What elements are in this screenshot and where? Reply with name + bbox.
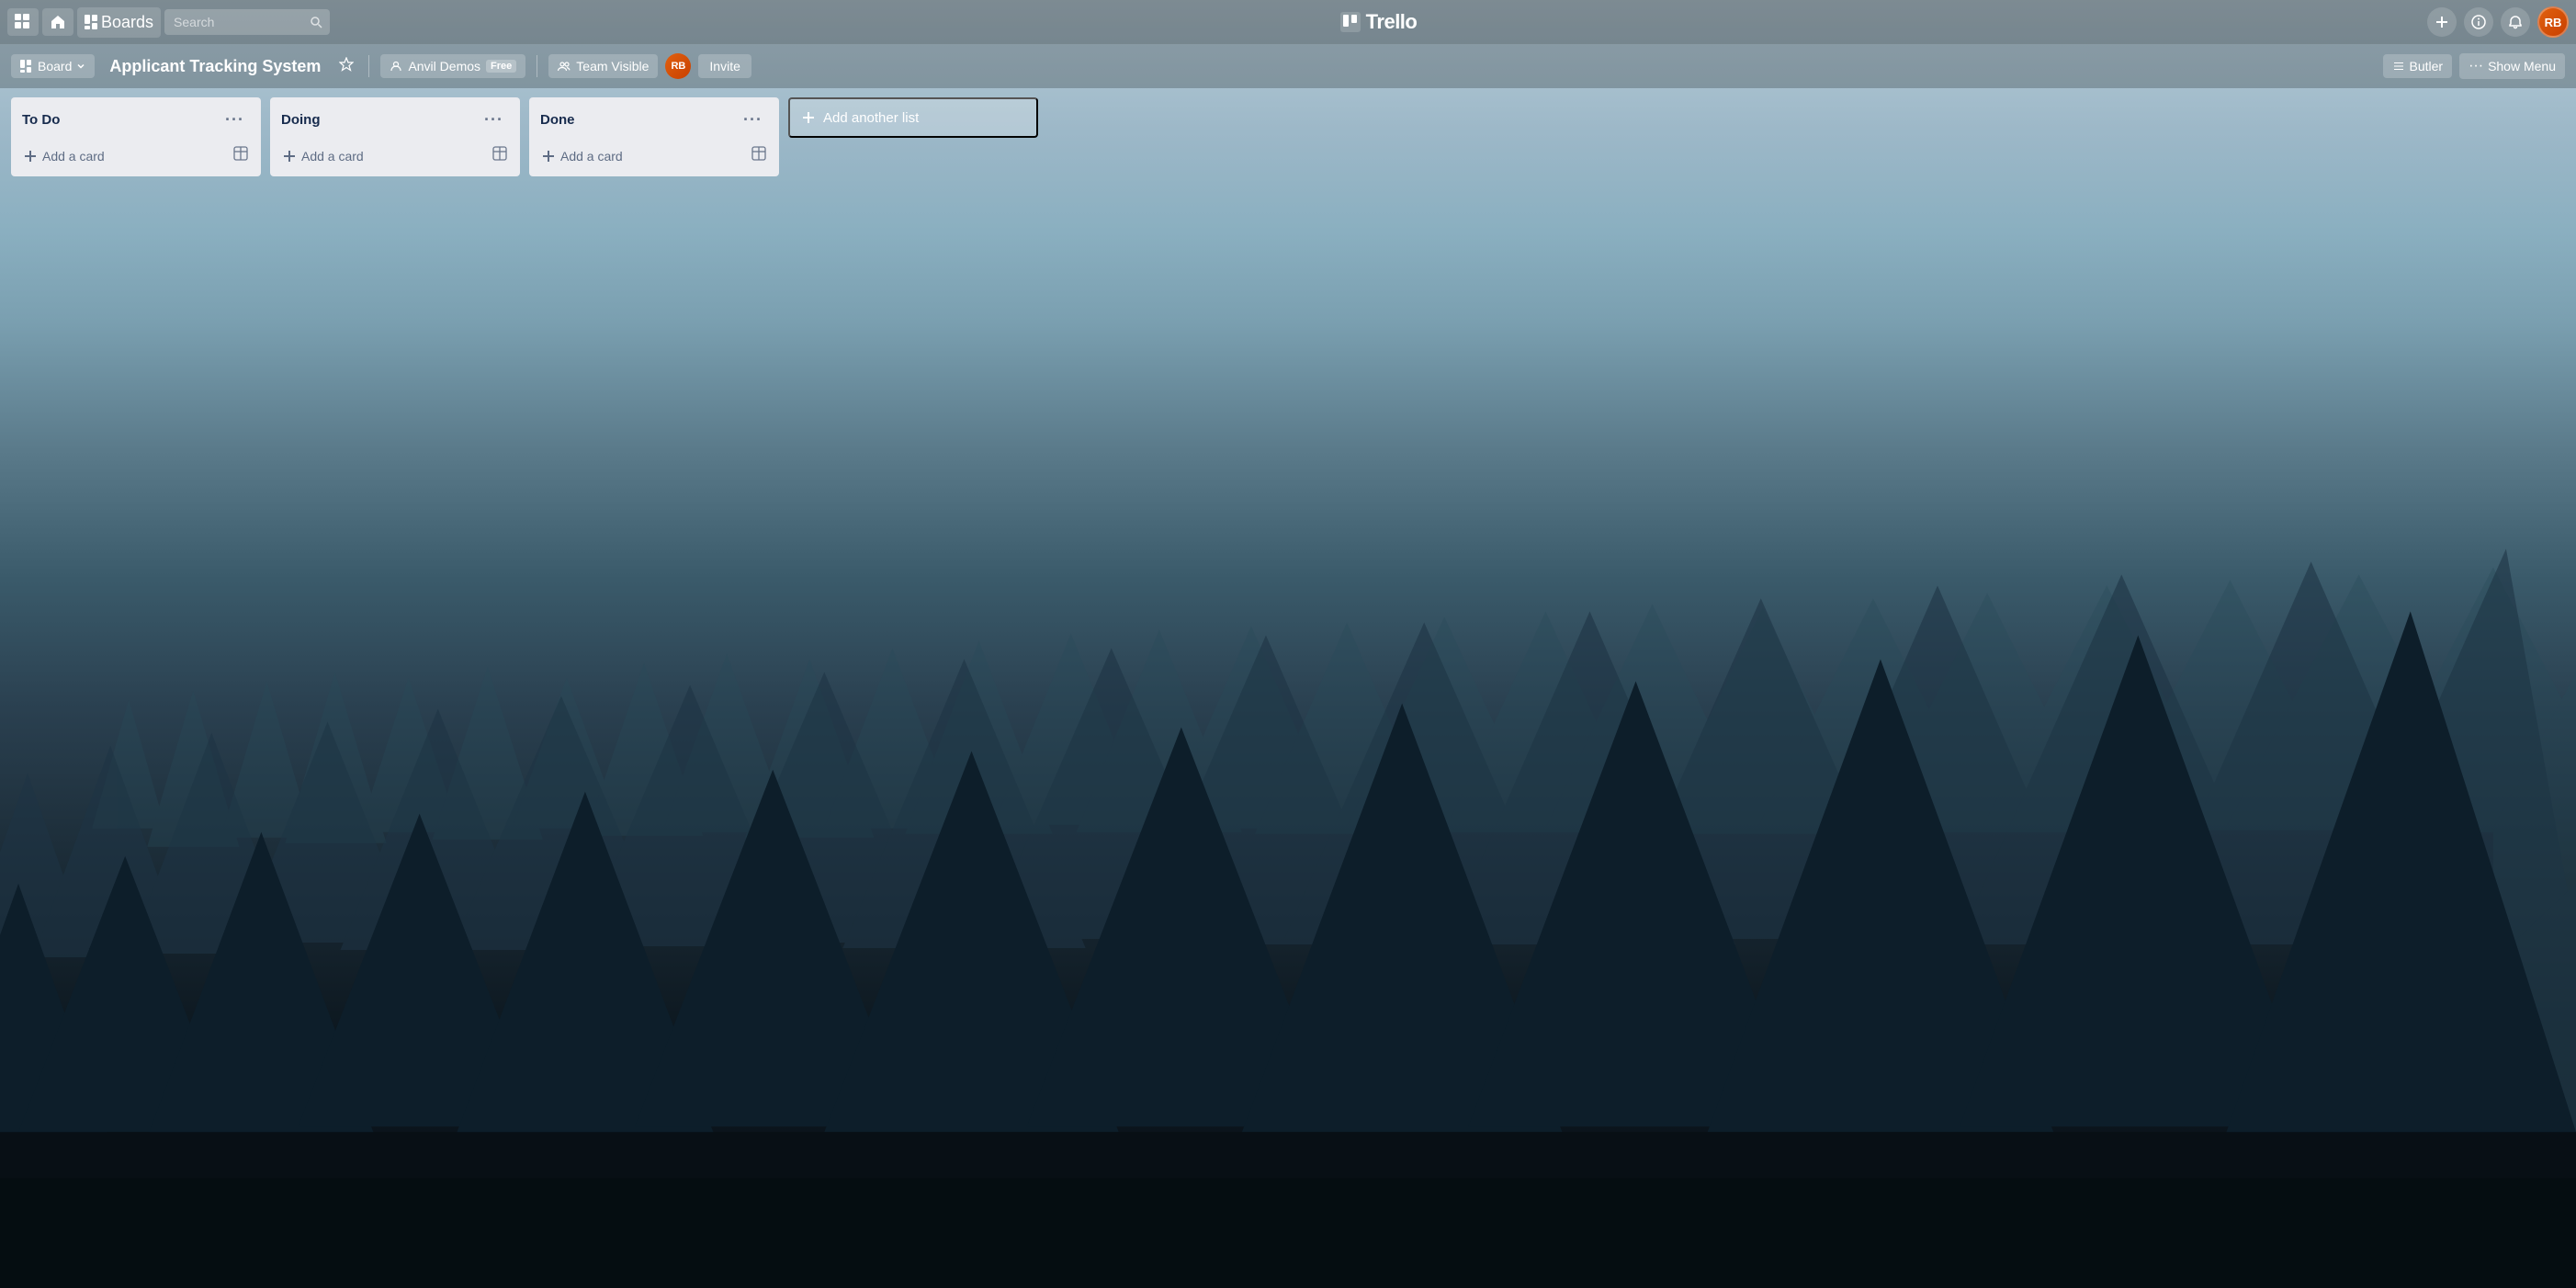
trello-logo-text: Trello: [1366, 10, 1418, 34]
divider-1: [368, 55, 369, 77]
user-avatar[interactable]: RB: [2537, 6, 2569, 38]
topbar-center: Trello: [333, 10, 2423, 34]
list-doing-footer: Add a card: [277, 139, 513, 169]
board-icon: [20, 60, 33, 73]
topbar-right: RB: [2427, 6, 2569, 38]
butler-button[interactable]: Butler: [2383, 54, 2453, 78]
list-done-template-button[interactable]: [748, 142, 770, 169]
topbar-left: Boards: [7, 7, 330, 38]
list-doing-title: Doing: [281, 112, 475, 128]
plus-icon: [801, 110, 816, 125]
add-card-todo-button[interactable]: Add a card: [20, 143, 230, 169]
list-doing: Doing ··· Add a card: [270, 97, 520, 176]
member-initials: RB: [671, 61, 685, 72]
list-doing-header: Doing ···: [277, 105, 513, 139]
top-navbar: Boards Trello: [0, 0, 2576, 44]
list-todo-header: To Do ···: [18, 105, 254, 139]
template-icon: [492, 146, 507, 161]
info-button[interactable]: [2464, 7, 2493, 37]
list-done-header: Done ···: [537, 105, 772, 139]
list-todo: To Do ··· Add a card: [11, 97, 261, 176]
list-todo-menu-button[interactable]: ···: [220, 108, 250, 131]
avatar-initials: RB: [2545, 16, 2562, 29]
add-card-done-button[interactable]: Add a card: [538, 143, 748, 169]
plus-icon: [2435, 15, 2449, 29]
star-button[interactable]: [335, 53, 357, 80]
add-list-label: Add another list: [823, 110, 919, 126]
visibility-button[interactable]: Team Visible: [548, 54, 658, 78]
trees-background: [0, 322, 2576, 1288]
free-badge: Free: [486, 60, 516, 73]
invite-label: Invite: [709, 59, 740, 73]
show-menu-label: Show Menu: [2488, 59, 2556, 73]
template-icon: [751, 146, 766, 161]
bell-icon: [2508, 15, 2523, 29]
search-icon: [310, 16, 322, 28]
workspace-button[interactable]: Anvil Demos Free: [380, 54, 525, 78]
board-content: To Do ··· Add a card Doing: [0, 88, 2576, 186]
workspace-label: Anvil Demos: [408, 59, 480, 73]
add-card-doing-label: Add a card: [301, 149, 364, 164]
list-done: Done ··· Add a card: [529, 97, 779, 176]
member-avatar[interactable]: RB: [665, 53, 691, 79]
info-icon: [2471, 15, 2486, 29]
boards-label: Boards: [101, 13, 153, 32]
add-list-button[interactable]: Add another list: [788, 97, 1038, 138]
butler-label: Butler: [2410, 59, 2444, 73]
chevron-down-icon: [76, 62, 85, 71]
search-input[interactable]: [164, 9, 330, 35]
home-button[interactable]: [42, 8, 73, 36]
list-doing-menu-button[interactable]: ···: [479, 108, 509, 131]
list-done-footer: Add a card: [537, 139, 772, 169]
add-card-todo-label: Add a card: [42, 149, 105, 164]
add-card-doing-button[interactable]: Add a card: [279, 143, 489, 169]
notifications-button[interactable]: [2501, 7, 2530, 37]
board-header: Board Applicant Tracking System Anvil De…: [0, 44, 2576, 88]
boardbar-right: Butler ··· Show Menu: [2383, 53, 2566, 79]
plus-icon: [283, 150, 296, 163]
list-todo-title: To Do: [22, 112, 216, 128]
show-menu-button[interactable]: ··· Show Menu: [2459, 53, 2565, 79]
template-icon: [233, 146, 248, 161]
board-view-label: Board: [38, 59, 72, 73]
apps-button[interactable]: [7, 8, 39, 36]
team-icon: [558, 60, 571, 73]
list-todo-footer: Add a card: [18, 139, 254, 169]
plus-icon: [542, 150, 555, 163]
plus-icon: [24, 150, 37, 163]
list-done-title: Done: [540, 112, 734, 128]
add-card-done-label: Add a card: [560, 149, 623, 164]
visibility-label: Team Visible: [576, 59, 649, 73]
board-title: Applicant Tracking System: [102, 53, 328, 80]
butler-icon: [2392, 60, 2405, 73]
workspace-icon: [390, 60, 402, 73]
boards-button[interactable]: Boards: [77, 7, 161, 38]
list-todo-template-button[interactable]: [230, 142, 252, 169]
trello-logo: Trello: [1340, 10, 1418, 34]
list-doing-template-button[interactable]: [489, 142, 511, 169]
list-done-menu-button[interactable]: ···: [738, 108, 768, 131]
trello-logo-icon: [1340, 12, 1361, 32]
board-view-button[interactable]: Board: [11, 54, 95, 78]
invite-button[interactable]: Invite: [698, 54, 751, 78]
star-icon: [339, 57, 354, 72]
add-button[interactable]: [2427, 7, 2457, 37]
